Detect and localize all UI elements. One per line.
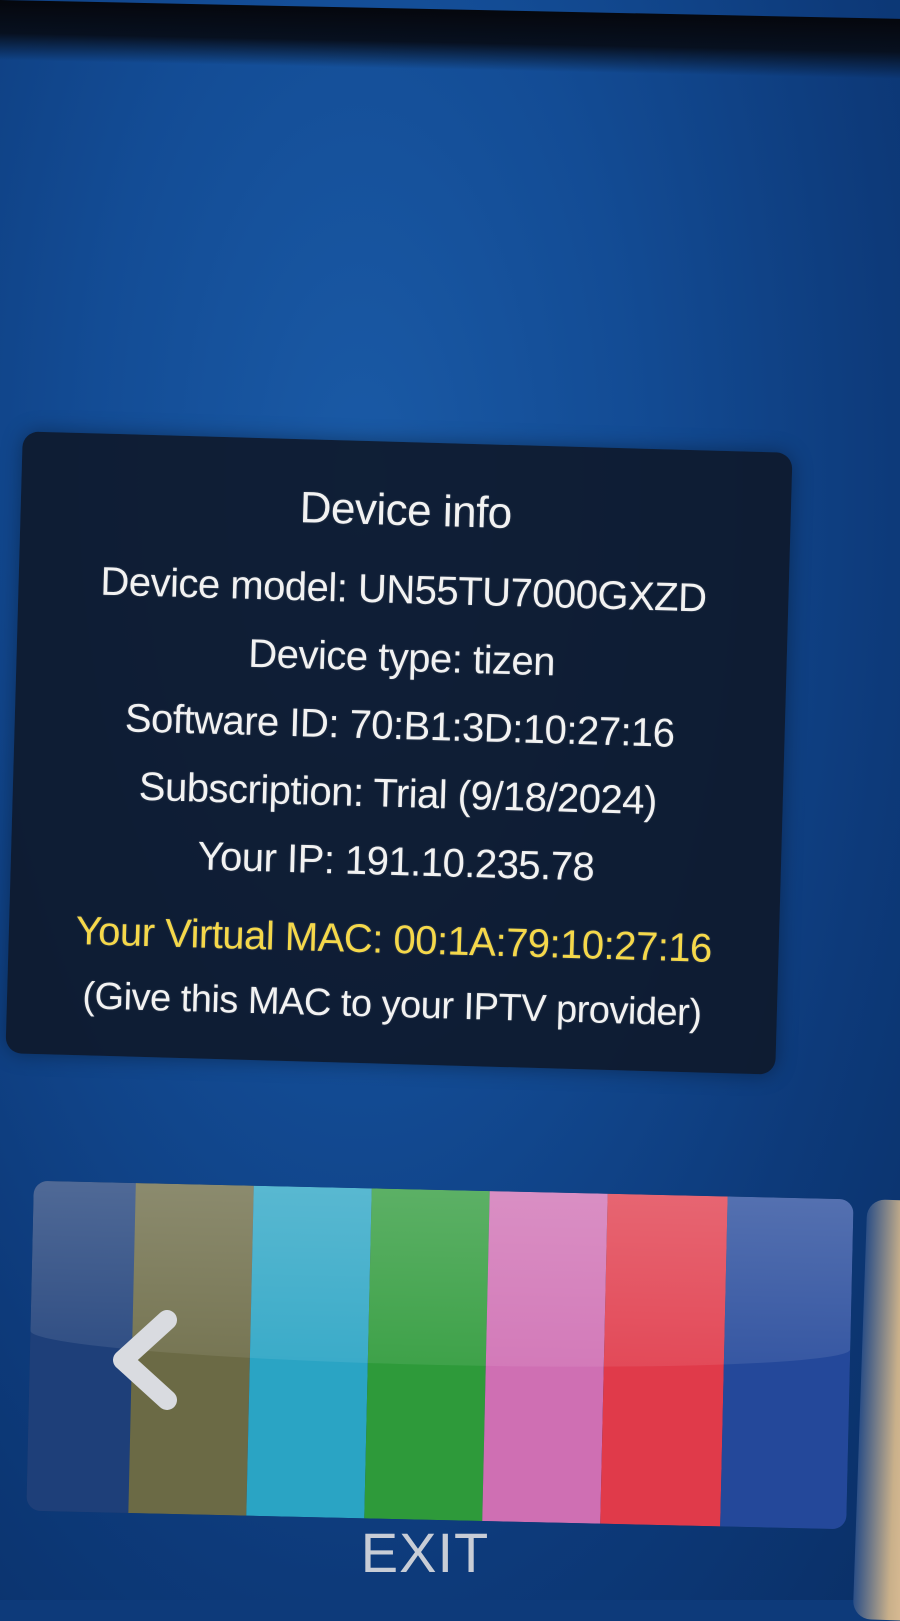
mac-provider-hint: (Give this MAC to your IPTV provider) — [81, 975, 703, 1035]
exit-button[interactable]: EXIT — [300, 1520, 550, 1585]
chevron-left-icon[interactable] — [105, 1310, 185, 1410]
device-info-panel: Device info Device model: UN55TU7000GXZD… — [5, 431, 793, 1075]
software-id: Software ID: 70:B1:3D:10:27:16 — [124, 696, 676, 756]
device-model: Device model: UN55TU7000GXZD — [99, 559, 708, 621]
device-info-title: Device info — [299, 483, 513, 539]
device-info-content: Device info Device model: UN55TU7000GXZD… — [5, 431, 792, 1074]
device-type: Device type: tizen — [247, 631, 556, 685]
virtual-mac-address: Your Virtual MAC: 00:1A:79:10:27:16 — [75, 909, 713, 971]
ip-address: Your IP: 191.10.235.78 — [197, 834, 595, 890]
subscription-status: Subscription: Trial (9/18/2024) — [138, 764, 658, 824]
